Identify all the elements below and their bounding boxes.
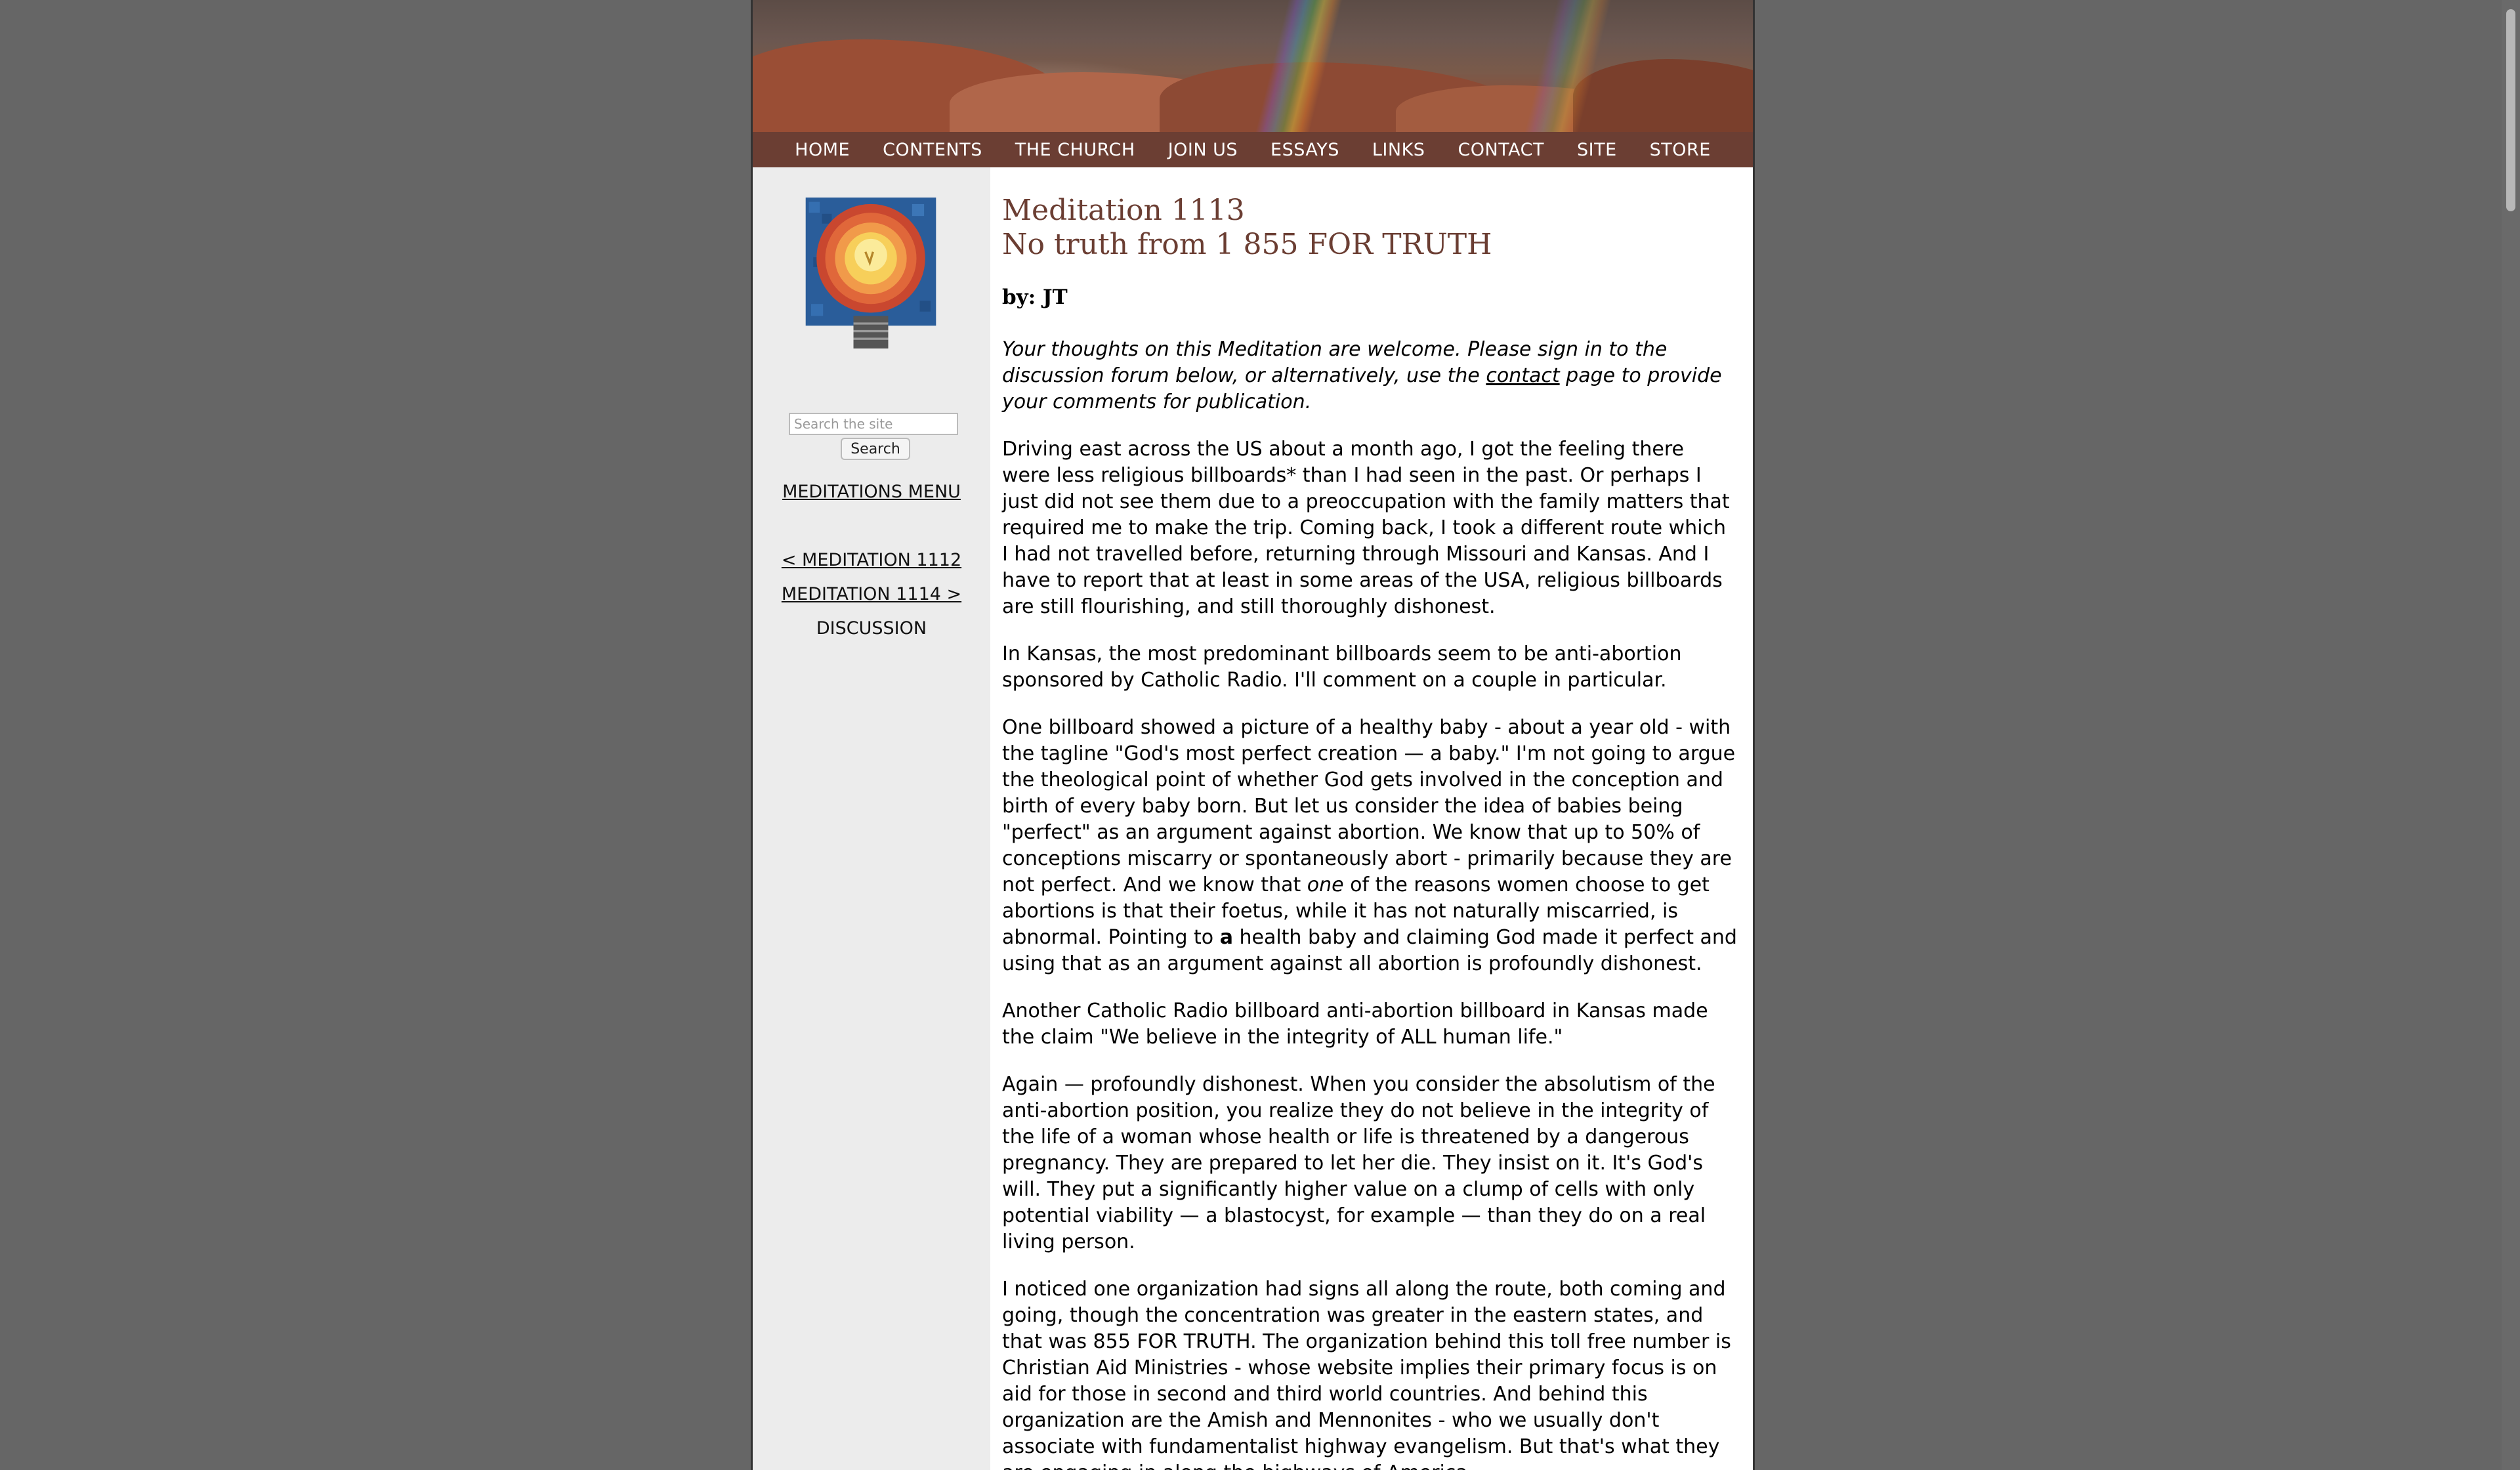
- discussion-link[interactable]: DISCUSSION: [753, 618, 990, 639]
- paragraph-6: I noticed one organization had signs all…: [1002, 1278, 1731, 1470]
- lightbulb-logo-icon: [805, 198, 936, 349]
- paragraph-4: Another Catholic Radio billboard anti-ab…: [1002, 999, 1708, 1049]
- meditations-menu-link[interactable]: MEDITATIONS MENU: [753, 482, 990, 502]
- paragraph-3: One billboard showed a picture of a heal…: [1002, 715, 1737, 977]
- next-meditation-link[interactable]: MEDITATION 1114 >: [753, 584, 990, 604]
- article-content: Meditation 1113 No truth from 1 855 FOR …: [1002, 167, 1737, 1470]
- title-line-2: No truth from 1 855 FOR TRUTH: [1002, 228, 1492, 261]
- prev-meditation-link[interactable]: < MEDITATION 1112: [753, 550, 990, 570]
- main-nav: HOME CONTENTS THE CHURCH JOIN US ESSAYS …: [753, 132, 1753, 167]
- paragraph-1: Driving east across the US about a month…: [1002, 438, 1730, 618]
- paragraph-2: In Kansas, the most predominant billboar…: [1002, 642, 1682, 692]
- search-input[interactable]: [789, 413, 958, 435]
- sidebar: Search MEDITATIONS MENU < MEDITATION 111…: [753, 167, 990, 1470]
- search-button[interactable]: Search: [841, 438, 910, 460]
- contact-link[interactable]: contact: [1486, 364, 1559, 387]
- page-title: Meditation 1113 No truth from 1 855 FOR …: [1002, 194, 1737, 262]
- paragraph-3-strong: a: [1219, 926, 1233, 949]
- paragraph-5: Again — profoundly dishonest. When you c…: [1002, 1073, 1715, 1253]
- nav-contents[interactable]: CONTENTS: [866, 140, 999, 160]
- page-container: HOME CONTENTS THE CHURCH JOIN US ESSAYS …: [751, 0, 1755, 1470]
- paragraph-3-emphasis: one: [1307, 873, 1344, 896]
- nav-site[interactable]: SITE: [1561, 140, 1633, 160]
- nav-home[interactable]: HOME: [778, 140, 866, 160]
- nav-join-us[interactable]: JOIN US: [1152, 140, 1254, 160]
- intro-paragraph: Your thoughts on this Meditation are wel…: [1002, 337, 1737, 415]
- header-banner-image: [753, 0, 1753, 132]
- paragraph-3-part-a: One billboard showed a picture of a heal…: [1002, 716, 1736, 896]
- scrollbar-thumb[interactable]: [2506, 9, 2515, 211]
- byline: by: JT: [1002, 285, 1068, 309]
- vertical-scrollbar[interactable]: [2502, 0, 2520, 1470]
- nav-essays[interactable]: ESSAYS: [1254, 140, 1356, 160]
- nav-the-church[interactable]: THE CHURCH: [999, 140, 1152, 160]
- nav-contact[interactable]: CONTACT: [1441, 140, 1561, 160]
- nav-links[interactable]: LINKS: [1356, 140, 1442, 160]
- nav-store[interactable]: STORE: [1633, 140, 1727, 160]
- title-line-1: Meditation 1113: [1002, 194, 1245, 227]
